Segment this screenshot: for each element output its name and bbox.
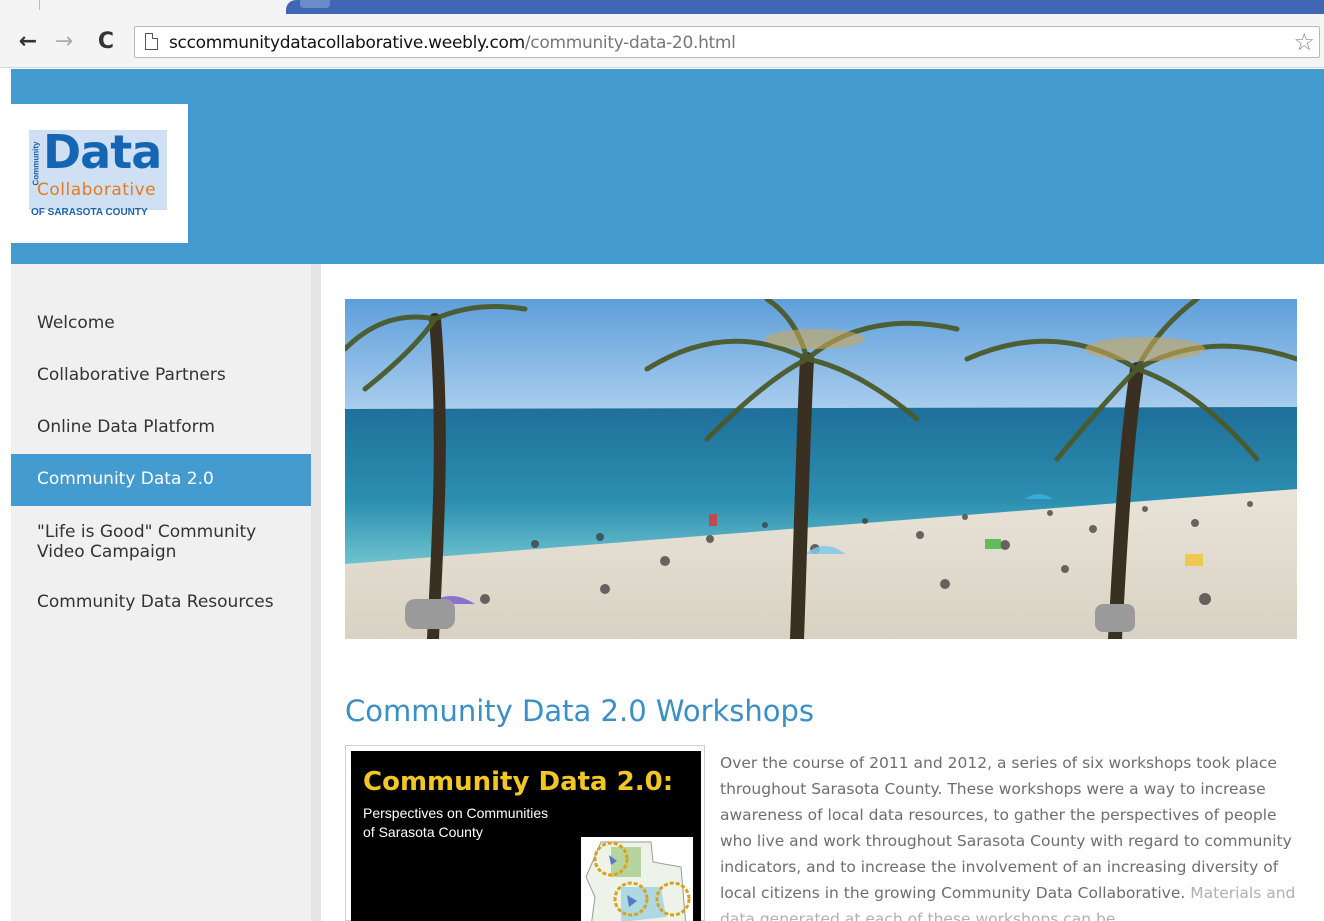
logo-county-text: OF SARASOTA COUNTY — [31, 207, 148, 218]
new-tab-button[interactable] — [300, 0, 330, 8]
sidebar-item-label: Community Data Resources — [37, 592, 274, 612]
thumbnail-subtitle-line2: of Sarasota County — [363, 824, 483, 840]
thumbnail-title: Community Data 2.0: — [363, 767, 674, 797]
logo-badge: Community Data Collaborative — [29, 125, 167, 210]
description-paragraph: Over the course of 2011 and 2012, a seri… — [720, 754, 1292, 902]
reload-icon[interactable]: C — [94, 28, 118, 56]
back-arrow-icon[interactable]: ← — [16, 28, 40, 56]
sidebar-item-community-data-2[interactable]: Community Data 2.0 — [11, 454, 311, 506]
browser-toolbar: ← → C sccommunitydatacollaborative.weebl… — [0, 14, 1324, 68]
workshop-thumbnail[interactable]: Community Data 2.0: Perspectives on Comm… — [345, 745, 705, 921]
previous-tab-edge[interactable] — [0, 0, 40, 10]
sidebar-item-life-is-good-campaign[interactable]: "Life is Good" Community Video Campaign — [11, 522, 311, 566]
active-tab-bar[interactable] — [286, 0, 1324, 14]
beach-scene-illustration — [345, 299, 1297, 639]
sidebar-item-community-data-resources[interactable]: Community Data Resources — [11, 592, 311, 616]
workshop-description: Over the course of 2011 and 2012, a seri… — [720, 750, 1305, 921]
page-title: Community Data 2.0 Workshops — [345, 694, 815, 728]
forward-arrow-icon[interactable]: → — [52, 28, 76, 56]
url-text[interactable]: sccommunitydatacollaborative.weebly.com/… — [169, 32, 736, 54]
thumbnail-subtitle-line1: Perspectives on Communities — [363, 805, 549, 821]
tab-strip — [0, 0, 1324, 14]
site-header: Community Data Collaborative OF SARASOTA… — [11, 69, 1324, 264]
page-icon — [145, 33, 158, 50]
bookmark-star-icon[interactable]: ☆ — [1293, 29, 1315, 55]
beach-hero-image — [345, 299, 1297, 639]
sidebar-item-label: "Life is Good" Community Video Campaign — [37, 522, 257, 562]
sidebar-item-welcome[interactable]: Welcome — [11, 313, 311, 337]
thumbnail-slide: Community Data 2.0: Perspectives on Comm… — [351, 751, 701, 921]
logo-collaborative-word: Collaborative — [37, 180, 157, 200]
site-logo[interactable]: Community Data Collaborative OF SARASOTA… — [11, 104, 188, 243]
sidebar-item-collaborative-partners[interactable]: Collaborative Partners — [11, 365, 311, 389]
sidebar-item-label: Collaborative Partners — [37, 365, 226, 385]
sidebar-item-label: Online Data Platform — [37, 417, 215, 437]
sidebar-item-label: Welcome — [37, 313, 115, 333]
county-map-graphic — [581, 837, 693, 921]
url-host: sccommunitydatacollaborative.weebly.com — [169, 33, 525, 53]
sidebar-nav: Welcome Collaborative Partners Online Da… — [11, 264, 321, 921]
map-illustration — [585, 841, 691, 921]
sidebar-item-online-data-platform[interactable]: Online Data Platform — [11, 417, 311, 441]
sidebar-item-label: Community Data 2.0 — [37, 469, 214, 489]
address-bar[interactable]: sccommunitydatacollaborative.weebly.com/… — [134, 26, 1320, 58]
url-path: /community-data-20.html — [524, 33, 736, 53]
logo-data-word: Data — [43, 125, 162, 179]
